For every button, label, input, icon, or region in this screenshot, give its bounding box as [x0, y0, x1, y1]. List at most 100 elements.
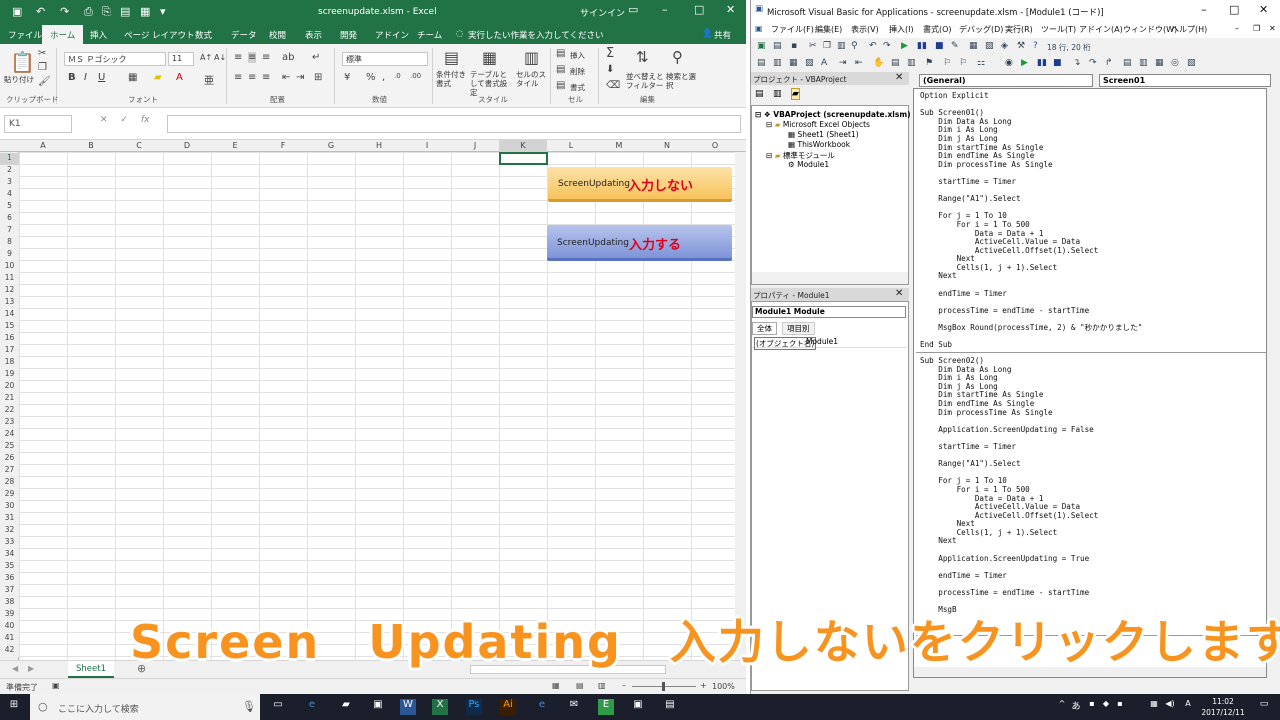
align-middle-icon[interactable]: ≡	[248, 52, 257, 63]
toggle-breakpoint-icon[interactable]: ✋	[873, 58, 884, 68]
row-header[interactable]: 31	[0, 513, 19, 525]
sheet-tab-sheet1[interactable]: Sheet1	[68, 661, 114, 678]
row-header[interactable]: 30	[0, 501, 19, 513]
start-icon[interactable]: ⊞	[6, 699, 22, 715]
save-icon[interactable]: ▣	[12, 5, 22, 18]
row-header[interactable]: 7	[0, 225, 19, 237]
help-icon[interactable]: ?	[1033, 41, 1038, 51]
row-header[interactable]: 6	[0, 213, 19, 225]
minimize-icon[interactable]: –	[662, 3, 668, 16]
wrap-text-icon[interactable]: ↵	[312, 52, 320, 63]
tab-review[interactable]: 校閲	[269, 29, 286, 41]
paste-label[interactable]: 貼り付け	[4, 74, 34, 85]
insert-function-icon[interactable]: fx	[141, 115, 150, 125]
delete-cells-icon[interactable]: ▤	[556, 64, 565, 75]
row-header[interactable]: 12	[0, 285, 19, 297]
illustrator-icon[interactable]: Ai	[500, 699, 516, 715]
page-break-icon[interactable]: ▥	[598, 681, 606, 690]
network-icon[interactable]: ▦	[1146, 699, 1162, 715]
toggle-breakpoint-dbg-icon[interactable]: ◉	[1005, 58, 1013, 68]
bookmark-icon[interactable]: ⚑	[925, 58, 933, 68]
zoom-level[interactable]: 100%	[712, 682, 735, 691]
uncomment-block-icon[interactable]: ▥	[907, 58, 916, 68]
minimize-icon[interactable]: –	[1201, 3, 1207, 16]
column-header[interactable]: C	[115, 141, 163, 150]
maximize-icon[interactable]: □	[1229, 3, 1239, 16]
step-over-icon[interactable]: ↷	[1089, 58, 1097, 68]
insert-cells-label[interactable]: 挿入	[570, 50, 585, 61]
cut-icon[interactable]: ✂	[809, 41, 817, 51]
menu-run[interactable]: 実行(R)	[1005, 24, 1033, 35]
view-excel-icon[interactable]: ▣	[757, 41, 766, 51]
param-info-icon[interactable]: ▧	[805, 58, 814, 68]
fill-icon[interactable]: ⬇	[606, 64, 614, 75]
row-header[interactable]: 5	[0, 201, 19, 213]
row-header[interactable]: 2	[0, 165, 19, 177]
locals-icon[interactable]: ▤	[1123, 58, 1132, 68]
outdent-icon[interactable]: ⇤	[855, 58, 863, 68]
save-icon[interactable]: ▪	[791, 41, 797, 51]
tab-developer[interactable]: 開発	[340, 29, 357, 41]
row-header[interactable]: 37	[0, 585, 19, 597]
excel-taskbar-icon[interactable]: X	[432, 699, 448, 715]
undo-icon[interactable]: ↶	[36, 5, 45, 18]
currency-icon[interactable]: ¥	[344, 72, 350, 83]
column-header[interactable]: I	[403, 141, 451, 150]
column-header[interactable]: J	[451, 141, 499, 150]
conditional-format-label[interactable]: 条件付き書式	[436, 70, 470, 88]
column-header[interactable]: F	[259, 141, 307, 150]
object-browser-icon[interactable]: ◈	[1001, 41, 1008, 51]
code-block-screen01[interactable]: Option Explicit Sub Screen01() Dim Data …	[920, 91, 1142, 350]
copy-icon[interactable]: ❐	[823, 41, 831, 51]
delete-cells-label[interactable]: 削除	[570, 66, 585, 77]
row-header[interactable]: 14	[0, 309, 19, 321]
row-header[interactable]: 20	[0, 381, 19, 393]
menu-insert[interactable]: 挿入(I)	[889, 24, 914, 35]
break-icon[interactable]: ▮▮	[917, 41, 927, 51]
ribbon-options-icon[interactable]: ▭	[628, 3, 638, 16]
properties-icon[interactable]: ▧	[985, 41, 994, 51]
code-vscrollbar[interactable]	[1269, 88, 1280, 678]
view-code-icon[interactable]: ▤	[755, 89, 764, 99]
toolbox-icon[interactable]: ⚒	[1017, 41, 1025, 51]
cell-style-icon[interactable]: ▥	[524, 48, 539, 67]
close-pane-icon[interactable]: ✕	[895, 288, 903, 299]
tab-team[interactable]: チーム	[417, 29, 442, 41]
menu-file[interactable]: ファイル(F)	[771, 24, 814, 35]
object-combo[interactable]: (General)	[919, 74, 1093, 87]
complete-word-icon[interactable]: A	[821, 58, 827, 68]
ime-icon[interactable]: あ	[1068, 699, 1084, 715]
row-header[interactable]: 16	[0, 333, 19, 345]
collapse-icon[interactable]: ⊟	[766, 120, 772, 129]
indent-increase-icon[interactable]: ⇥	[296, 72, 304, 83]
format-cells-icon[interactable]: ▤	[556, 80, 565, 91]
decrease-decimal-icon[interactable]: .00	[410, 72, 421, 80]
prev-sheet-icon[interactable]: ◀	[12, 664, 18, 673]
name-box[interactable]: K1	[4, 115, 72, 133]
menu-view[interactable]: 表示(V)	[851, 24, 879, 35]
quick-print-icon[interactable]: ⎘	[102, 5, 111, 19]
step-into-icon[interactable]: ↴	[1073, 58, 1081, 68]
row-header[interactable]: 10	[0, 261, 19, 273]
grow-font-icon[interactable]: A↑	[200, 53, 212, 62]
row-header[interactable]: 25	[0, 441, 19, 453]
column-header[interactable]: N	[643, 141, 691, 150]
word-icon[interactable]: W	[400, 699, 416, 715]
tree-thisworkbook[interactable]: ▦ ThisWorkbook	[788, 140, 850, 149]
evernote-icon[interactable]: E	[598, 699, 614, 715]
row-header[interactable]: 15	[0, 321, 19, 333]
zoom-in-icon[interactable]: +	[700, 681, 707, 690]
properties-object-select[interactable]: Module1 Module	[752, 306, 906, 318]
indent-icon[interactable]: ⇥	[839, 58, 847, 68]
open-folder-icon[interactable]: ▤	[120, 5, 130, 18]
design-mode-icon[interactable]: ✎	[951, 41, 959, 51]
row-header[interactable]: 19	[0, 369, 19, 381]
volume-icon[interactable]: ◀)	[1162, 699, 1178, 715]
property-row[interactable]: (オブジェクト名) Module1	[752, 336, 906, 350]
font-color-icon[interactable]: A	[176, 72, 183, 83]
merge-center-icon[interactable]: ⊞	[314, 72, 322, 83]
props-tab-alphabetic[interactable]: 全体	[752, 322, 777, 335]
tab-view[interactable]: 表示	[305, 29, 322, 41]
find-select-icon[interactable]: ⚲	[672, 48, 683, 66]
menu-window[interactable]: ウィンドウ(W)	[1123, 24, 1177, 35]
